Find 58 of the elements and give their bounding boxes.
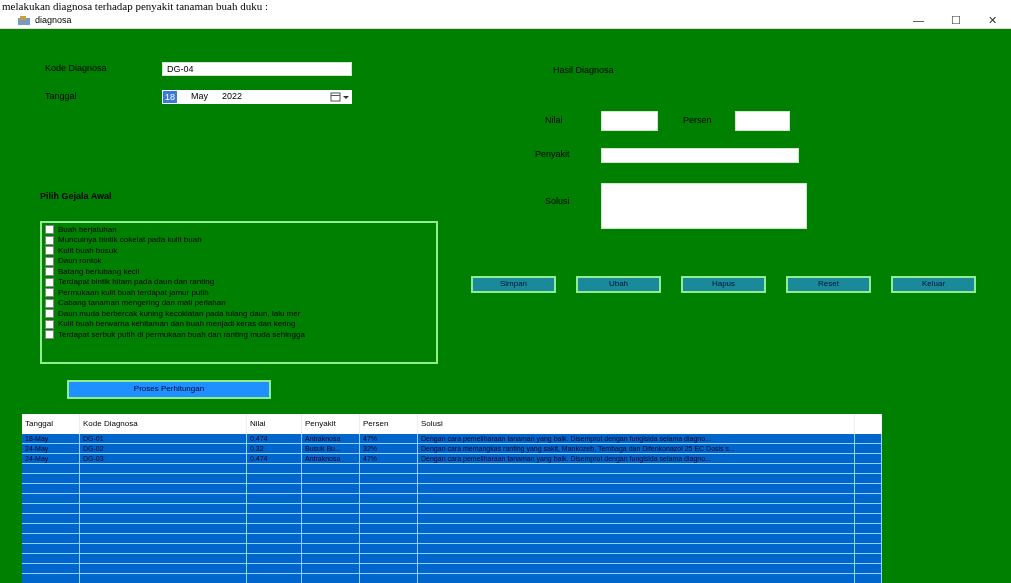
- minimize-button[interactable]: —: [900, 10, 937, 31]
- kode-diagnosa-field[interactable]: DG-04: [162, 62, 352, 76]
- maximize-button[interactable]: ☐: [937, 10, 974, 31]
- field-label: Persen: [683, 113, 713, 127]
- date-year: 2022: [222, 90, 243, 104]
- action-button[interactable]: Simpan: [471, 275, 556, 293]
- symptom-label: Kulit buah busuk: [58, 244, 118, 257]
- column-header: Penyakit: [302, 414, 360, 434]
- symptom-checkbox[interactable]: [45, 298, 54, 308]
- date-month: May: [191, 90, 209, 104]
- column-header: Solusi: [418, 414, 855, 434]
- symptom-label: Munculnya bintik cokelat pada kulit buah: [58, 234, 202, 247]
- symptom-label: Kulit buah berwarna kehitaman dan buah menjadi keras dan kering: [58, 318, 296, 331]
- process-button[interactable]: Proses Perhitungan: [67, 379, 271, 399]
- symptom-label: Terdapat bintik hitam pada daun dan ranting: [58, 276, 215, 289]
- result-title: Hasil Diagnosa: [553, 64, 615, 77]
- date-day: 18: [163, 91, 177, 103]
- symptom-label: Terdapat serbuk putih di permukaan buah dan ranting muda sehingga: [58, 328, 305, 341]
- symptom-checkbox[interactable]: [45, 288, 54, 298]
- symptom-label: Batang berlubang kecil: [58, 265, 140, 278]
- field-label: Kode Diagnosa: [45, 62, 108, 76]
- symptom-checkbox[interactable]: [45, 256, 54, 266]
- solusi-field[interactable]: [601, 182, 807, 229]
- nilai-field[interactable]: [601, 110, 658, 131]
- column-header: Tanggal: [22, 414, 80, 434]
- symptom-label: Permukaan kulit buah terdapat jamur putih: [58, 286, 209, 299]
- symptom-label: Daun muda berbercak kuning kecoklatan pada tulang daun, lalu mer: [58, 307, 301, 320]
- field-label: Nilai: [545, 113, 564, 127]
- symptom-label: Cabang tanaman mengering dan mati perlahan: [58, 297, 226, 310]
- column-header: Nilai: [247, 414, 302, 434]
- persen-field[interactable]: [735, 110, 790, 131]
- column-header: Kode Diagnosa: [80, 414, 247, 434]
- app-icon: [18, 15, 30, 26]
- action-button[interactable]: Reset: [786, 275, 871, 293]
- symptom-checkbox[interactable]: [45, 330, 54, 340]
- caption-text: melakukan diagnosa terhadap penyakit tanaman buah duku :: [2, 0, 269, 13]
- action-button[interactable]: Ubah: [576, 275, 661, 293]
- field-label: Tanggal: [45, 90, 78, 104]
- symptoms-title: Pilih Gejala Awal: [40, 190, 113, 203]
- symptom-label: Buah berjatuhan: [58, 223, 117, 236]
- calendar-dropdown-icon: [330, 92, 350, 102]
- symptom-checkbox[interactable]: [45, 277, 54, 287]
- symptom-checkbox[interactable]: [45, 225, 54, 235]
- symptom-checkbox[interactable]: [45, 235, 54, 245]
- penyakit-field[interactable]: [601, 147, 799, 163]
- date-picker[interactable]: 18 May 2022: [162, 90, 352, 104]
- close-button[interactable]: ✕: [974, 10, 1011, 31]
- action-button[interactable]: Hapus: [681, 275, 766, 293]
- field-label: Solusi: [545, 194, 571, 208]
- field-label: Penyakit: [535, 148, 571, 162]
- symptom-checkbox[interactable]: [45, 246, 54, 256]
- window-title: diagnosa: [35, 13, 72, 27]
- symptom-checkbox[interactable]: [45, 267, 54, 277]
- action-button[interactable]: Keluar: [891, 275, 976, 293]
- symptom-checkbox[interactable]: [45, 319, 54, 329]
- column-header: Persen: [360, 414, 418, 434]
- symptom-label: Daun rontok: [58, 255, 102, 268]
- symptom-checkbox[interactable]: [45, 309, 54, 319]
